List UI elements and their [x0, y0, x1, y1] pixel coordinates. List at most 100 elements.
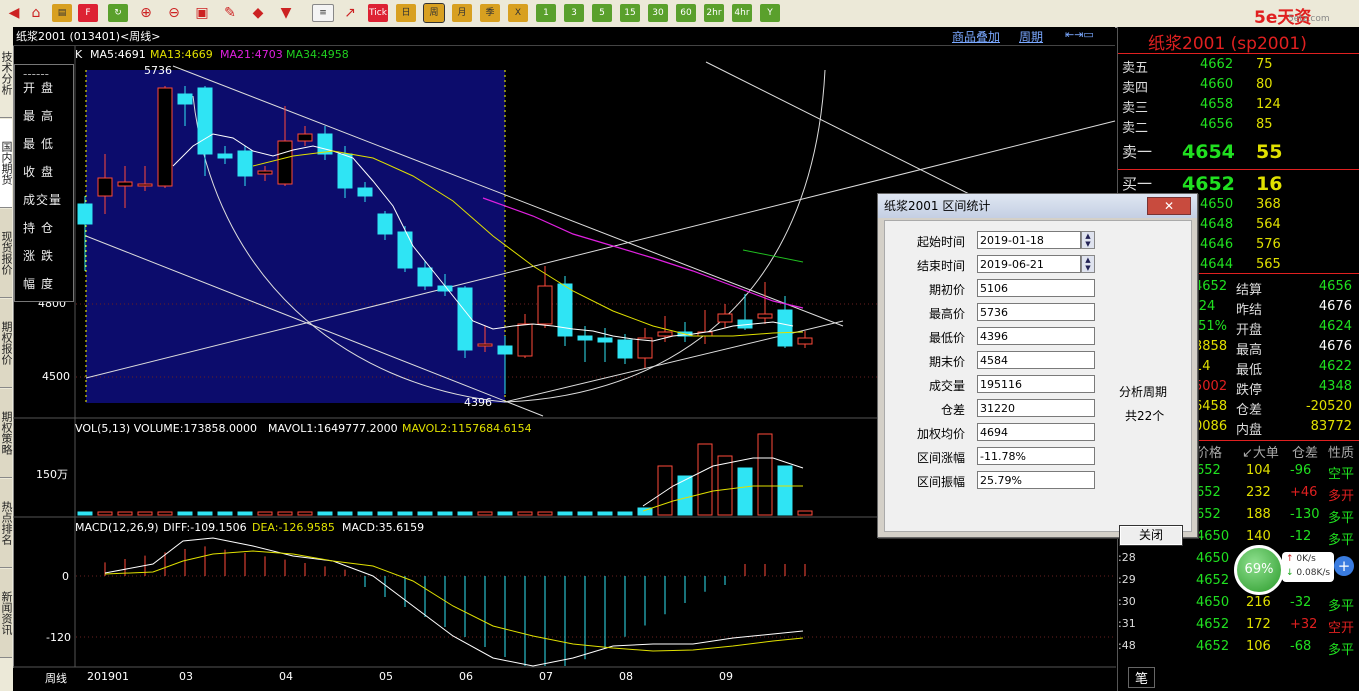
ask-row[interactable]: 卖一 4654 55 [1118, 141, 1359, 163]
tab-options[interactable]: 期权报价 [0, 299, 13, 388]
field-label: 仓差 [940, 403, 965, 417]
zoom-in-icon[interactable]: ⊕ [136, 4, 156, 22]
field-label: 起始时间 [916, 235, 965, 249]
candle [577, 335, 593, 341]
tick-col-nature: 性质 [1328, 446, 1355, 461]
tick-price: 652 [1196, 463, 1221, 478]
f10-icon[interactable]: F [78, 4, 98, 22]
overlay-button[interactable]: 商品叠加 [952, 28, 1000, 45]
hr2-button[interactable]: 2hr [704, 4, 724, 22]
year-x-button[interactable]: X [508, 4, 528, 22]
line-chart-icon[interactable]: ↗ [340, 4, 360, 22]
vol-axis-label: 150万 [36, 468, 68, 481]
bid-volume: 564 [1256, 217, 1281, 232]
field-label: 结束时间 [916, 259, 965, 273]
ask-row[interactable]: 卖四 4660 80 [1118, 77, 1359, 97]
dialog-titlebar[interactable]: 纸浆2001 区间统计 ✕ [878, 194, 1197, 218]
year-button[interactable]: Y [760, 4, 780, 22]
plus-icon[interactable]: + [1334, 556, 1354, 576]
paint-icon[interactable]: ◆ [248, 4, 268, 22]
candle [237, 150, 253, 177]
bid-price: 4652 [1182, 173, 1235, 195]
tick-diff: -96 [1290, 463, 1312, 478]
tab-strategy[interactable]: 期权策略 [0, 389, 13, 478]
spinner-icon[interactable]: ▲ ▼ [1081, 255, 1095, 273]
list-icon[interactable]: ≡ [312, 4, 334, 22]
range-stats-dialog: 纸浆2001 区间统计 ✕ 起始时间 2019-01-18 ▲ ▼ 结束时间 2019-0… [877, 193, 1198, 546]
volume-bar [77, 511, 93, 516]
date-picker[interactable]: 2019-01-18 [977, 231, 1081, 249]
candle [797, 337, 813, 345]
stat-key: 仓差 [1236, 403, 1263, 418]
xtick: 04 [279, 670, 293, 683]
min5-button[interactable]: 5 [592, 4, 612, 22]
tab-hot[interactable]: 热点排名 [0, 479, 13, 568]
ma13-label: MA13:4669 [150, 48, 213, 61]
spinner-icon[interactable]: ▲ ▼ [1081, 231, 1095, 249]
volume-bar [577, 511, 593, 516]
candle [717, 313, 733, 323]
min1-button[interactable]: 1 [536, 4, 556, 22]
quarter-button[interactable]: 季 [480, 4, 500, 22]
zoom-out-icon[interactable]: ⊖ [164, 4, 184, 22]
tick-row: :48 4652 106 -68 多平 [1118, 639, 1359, 659]
volume-bar [517, 511, 533, 516]
nav-arrows-icon[interactable]: ⇤⇥▭ [1065, 28, 1094, 41]
ask-price: 4660 [1200, 77, 1234, 92]
macd-axis-0: 0 [62, 570, 69, 583]
date-picker[interactable]: 2019-06-21 [977, 255, 1081, 273]
volume-bar [557, 511, 573, 516]
close-button[interactable]: 关闭 [1119, 525, 1183, 546]
bid-row[interactable]: 买一 4652 16 [1118, 173, 1359, 195]
tick-time: :31 [1118, 617, 1136, 630]
tab-news[interactable]: 新闻资讯 [0, 569, 13, 658]
close-icon[interactable]: ✕ [1147, 197, 1191, 215]
min30-button[interactable]: 30 [648, 4, 668, 22]
info-open: 开盘 [23, 81, 60, 95]
tick-nature: 空平 [1328, 467, 1355, 482]
candle [597, 337, 613, 343]
pen-icon[interactable]: ✎ [220, 4, 240, 22]
day-button[interactable]: 日 [396, 4, 416, 22]
brand-sub: 5etz.com [1288, 14, 1330, 24]
book-icon[interactable]: ▤ [52, 4, 72, 22]
week-button[interactable]: 周 [423, 3, 445, 23]
ask-label: 卖四 [1122, 81, 1149, 96]
hr4-button[interactable]: 4hr [732, 4, 752, 22]
min3-button[interactable]: 3 [564, 4, 584, 22]
refresh-icon[interactable]: ↻ [108, 4, 128, 22]
candle [537, 285, 553, 325]
ask-row[interactable]: 卖五 4662 75 [1118, 57, 1359, 77]
min15-button[interactable]: 15 [620, 4, 640, 22]
period-button[interactable]: 周期 [1019, 28, 1043, 45]
dialog-title: 纸浆2001 区间统计 [884, 199, 991, 213]
tab-tick[interactable]: 笔 [1128, 667, 1156, 688]
stat-key: 跌停 [1236, 383, 1263, 398]
volume-bar [697, 443, 713, 516]
tick-button[interactable]: Tick [368, 4, 388, 22]
tick-price: 4650 [1196, 529, 1230, 544]
min60-button[interactable]: 60 [676, 4, 696, 22]
speed-gauge[interactable]: 69% [1234, 545, 1284, 595]
mavol1-header: MAVOL1:1649777.2000 [268, 422, 398, 435]
ask-row[interactable]: 卖二 4656 85 [1118, 117, 1359, 137]
tab-futures[interactable]: 国内期货 [0, 119, 13, 208]
tab-tech[interactable]: 技术分析 [0, 29, 13, 118]
bid-price: 4648 [1200, 217, 1234, 232]
dialog-body: 起始时间 2019-01-18 ▲ ▼ 结束时间 2019-06-21 ▲ ▼ 期初价 5106 最… [884, 220, 1192, 546]
month-button[interactable]: 月 [452, 4, 472, 22]
candle [457, 287, 473, 351]
back-icon[interactable]: ◀ [4, 4, 24, 22]
tab-spot[interactable]: 现货报价 [0, 209, 13, 298]
bid-price: 4644 [1200, 257, 1234, 272]
volume-bar [217, 511, 233, 516]
ask-row[interactable]: 卖三 4658 124 [1118, 97, 1359, 117]
selection-region [86, 70, 505, 403]
filter-icon[interactable]: ▼ [276, 4, 296, 22]
volume-bar [757, 433, 773, 516]
window-icon[interactable]: ▣ [192, 4, 212, 22]
stat-value-right: 4622 [1318, 359, 1352, 374]
home-icon[interactable]: ⌂ [26, 4, 46, 22]
xtick: 08 [619, 670, 633, 683]
field-label: 加权均价 [916, 427, 965, 441]
